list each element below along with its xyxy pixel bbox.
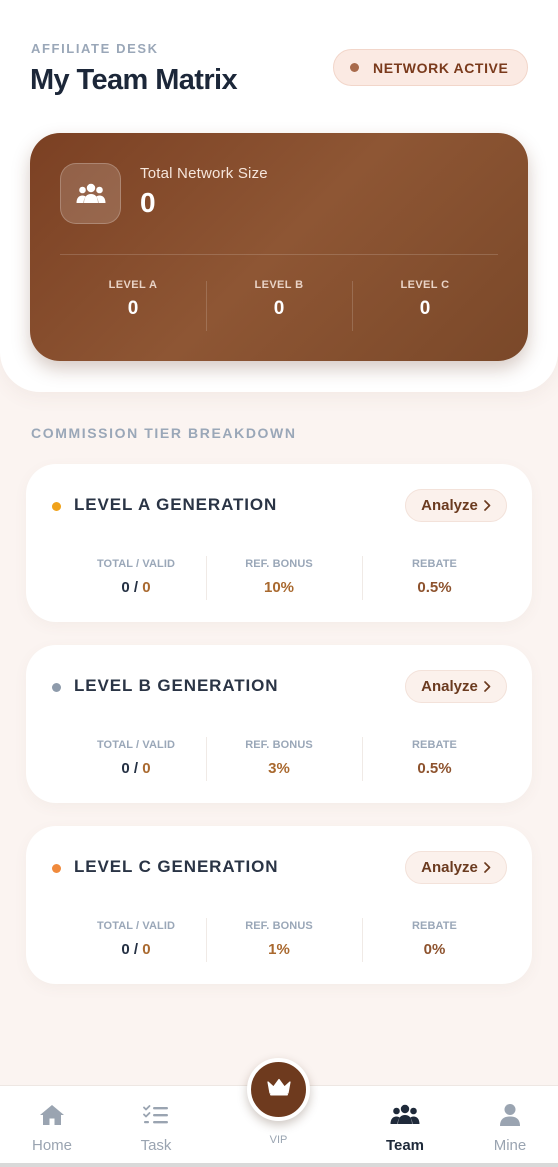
ref-bonus-value: 1% <box>268 941 290 958</box>
level-b-label: LEVEL B <box>254 279 304 291</box>
level-c-label: LEVEL C <box>400 279 450 291</box>
tier-dot <box>52 683 61 692</box>
rebate-label: REBATE <box>411 558 457 570</box>
network-summary-card: Total Network Size 0 LEVEL A 0 LEVEL B 0… <box>30 133 528 361</box>
tier-card-level-b: LEVEL B GENERATION Analyze TOTAL / VALID… <box>26 645 532 803</box>
status-text: NETWORK ACTIVE <box>373 59 509 76</box>
rebate-value: 0% <box>423 941 446 958</box>
nav-home[interactable]: Home <box>0 1086 104 1167</box>
analyze-button[interactable]: Analyze <box>405 851 507 884</box>
rebate-stat: REBATE 0.5% <box>362 558 507 596</box>
tier-name: LEVEL B GENERATION <box>74 676 279 695</box>
chevron-right-icon <box>483 681 491 692</box>
total-valid-label: TOTAL / VALID <box>96 739 176 751</box>
level-a-label: LEVEL A <box>108 279 158 291</box>
team-icon <box>390 1103 420 1127</box>
total-valid-value: 0 / 0 <box>121 579 151 596</box>
network-size-label: Total Network Size <box>140 165 268 182</box>
analyze-label: Analyze <box>421 859 478 876</box>
ref-bonus-label: REF. BONUS <box>245 739 313 751</box>
total-valid-value: 0 / 0 <box>121 760 151 777</box>
ref-bonus-stat: REF. BONUS 3% <box>206 739 352 777</box>
page-eyebrow: AFFILIATE DESK <box>31 41 159 56</box>
analyze-button[interactable]: Analyze <box>405 489 507 522</box>
tier-name: LEVEL A GENERATION <box>74 495 278 514</box>
rebate-label: REBATE <box>411 739 457 751</box>
tier-card-level-a: LEVEL A GENERATION Analyze TOTAL / VALID… <box>26 464 532 622</box>
nav-task-label: Task <box>140 1137 172 1154</box>
level-b-value: 0 <box>273 298 285 319</box>
tier-dot <box>52 864 61 873</box>
nav-vip-label: VIP <box>269 1134 288 1146</box>
crown-icon <box>266 1078 291 1101</box>
level-a-stat: LEVEL A 0 <box>60 279 206 320</box>
rebate-value: 0.5% <box>417 579 452 596</box>
ref-bonus-label: REF. BONUS <box>245 558 313 570</box>
system-bottom-bar <box>0 1163 558 1167</box>
ref-bonus-value: 10% <box>263 579 295 596</box>
card-divider <box>60 254 498 255</box>
page-title: My Team Matrix <box>30 64 238 96</box>
task-list-icon <box>143 1103 169 1127</box>
rebate-label: REBATE <box>411 920 457 932</box>
network-size-value: 0 <box>140 187 156 218</box>
total-valid-value: 0 / 0 <box>121 941 151 958</box>
total-valid-stat: TOTAL / VALID 0 / 0 <box>66 558 206 596</box>
chevron-right-icon <box>483 500 491 511</box>
total-valid-stat: TOTAL / VALID 0 / 0 <box>66 920 206 958</box>
tier-card-level-c: LEVEL C GENERATION Analyze TOTAL / VALID… <box>26 826 532 984</box>
ref-bonus-stat: REF. BONUS 1% <box>206 920 352 958</box>
nav-mine[interactable]: Mine <box>458 1086 558 1167</box>
level-a-value: 0 <box>127 298 139 319</box>
network-status-badge: NETWORK ACTIVE <box>333 49 528 86</box>
nav-team-label: Team <box>385 1137 425 1154</box>
ref-bonus-value: 3% <box>268 760 290 777</box>
level-c-stat: LEVEL C 0 <box>352 279 498 320</box>
total-valid-label: TOTAL / VALID <box>96 558 176 570</box>
tier-name: LEVEL C GENERATION <box>74 857 279 876</box>
rebate-stat: REBATE 0% <box>362 920 507 958</box>
user-icon <box>499 1103 521 1127</box>
ref-bonus-label: REF. BONUS <box>245 920 313 932</box>
total-valid-label: TOTAL / VALID <box>96 920 176 932</box>
rebate-value: 0.5% <box>417 760 452 777</box>
analyze-label: Analyze <box>421 497 478 514</box>
ref-bonus-stat: REF. BONUS 10% <box>206 558 352 596</box>
level-b-stat: LEVEL B 0 <box>206 279 352 320</box>
team-icon <box>60 163 121 224</box>
nav-home-label: Home <box>31 1137 72 1154</box>
tier-dot <box>52 502 61 511</box>
rebate-stat: REBATE 0.5% <box>362 739 507 777</box>
home-icon <box>39 1103 65 1127</box>
chevron-right-icon <box>483 862 491 873</box>
section-title: COMMISSION TIER BREAKDOWN <box>31 425 297 441</box>
total-valid-stat: TOTAL / VALID 0 / 0 <box>66 739 206 777</box>
analyze-label: Analyze <box>421 678 478 695</box>
status-dot <box>350 63 359 72</box>
nav-mine-label: Mine <box>493 1137 527 1154</box>
nav-task[interactable]: Task <box>104 1086 208 1167</box>
nav-vip-button[interactable] <box>247 1058 310 1121</box>
analyze-button[interactable]: Analyze <box>405 670 507 703</box>
level-c-value: 0 <box>419 298 431 319</box>
nav-team[interactable]: Team <box>353 1086 457 1167</box>
